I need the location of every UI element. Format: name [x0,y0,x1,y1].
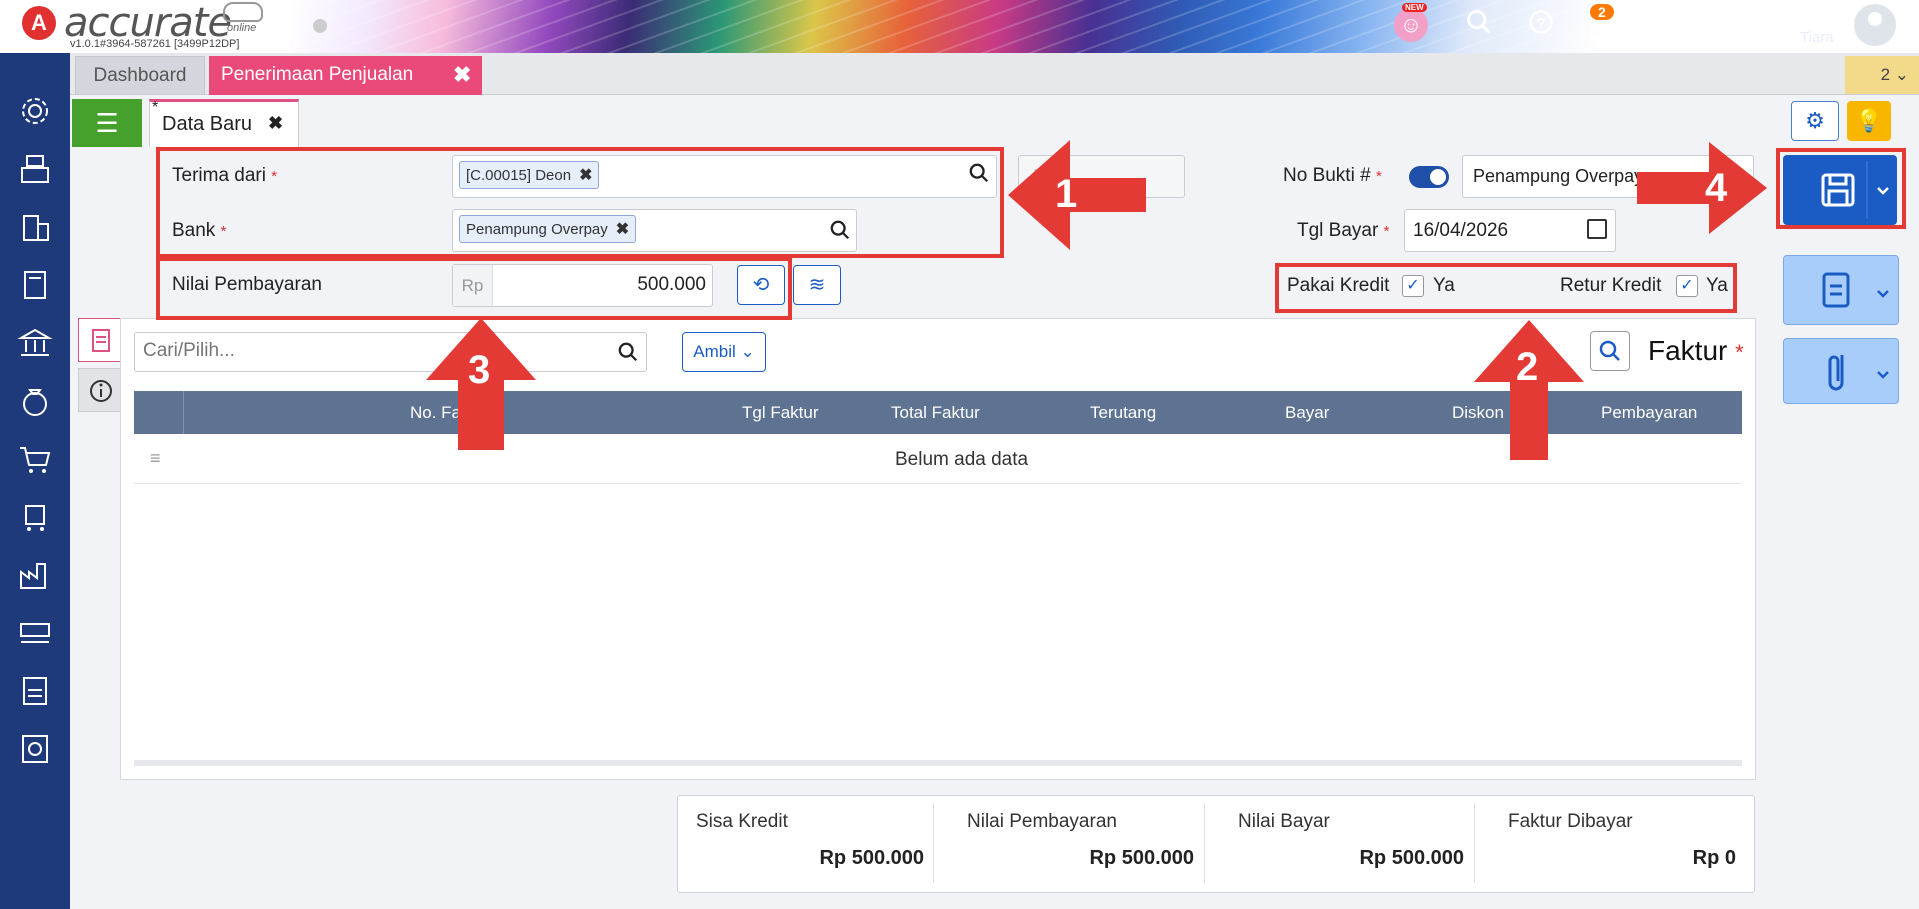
user-subtitle: Tiara [1800,29,1834,46]
annotation-box-1 [156,147,1004,258]
ledger-book-icon[interactable] [16,266,54,304]
mascot-icon[interactable]: ☺ [1394,8,1428,42]
money-bag-icon[interactable] [16,382,54,420]
header-divider [183,391,184,434]
settings-button[interactable]: ⚙ [1791,101,1839,141]
annotation-number: 3 [468,348,491,392]
summary-divider [1204,803,1205,883]
tab-count-dropdown[interactable]: 2 ⌄ [1845,56,1919,94]
annotation-box-2 [1275,263,1737,313]
column-header-pembayaran[interactable]: Pembayaran [1601,403,1697,423]
close-icon[interactable]: ✖ [453,56,471,94]
tab-penerimaan-penjualan[interactable]: Penerimaan Penjualan [209,56,482,95]
required-marker: * [1383,223,1390,240]
search-input[interactable] [134,332,647,372]
required-marker: * [1735,340,1744,365]
no-bukti-label: No Bukti # * [1283,165,1382,187]
cash-register-icon[interactable] [16,150,54,188]
summary-value: Rp 0 [1692,847,1736,869]
tgl-bayar-label: Tgl Bayar * [1297,220,1389,242]
column-header-bayar[interactable]: Bayar [1285,403,1329,423]
factory-icon[interactable] [16,556,54,594]
annotation-number: 2 [1516,345,1539,389]
building-icon[interactable] [16,208,54,246]
accurate-logo-icon[interactable]: A [22,6,56,40]
svg-text:?: ? [1536,15,1545,32]
column-header-terutang[interactable]: Terutang [1090,403,1156,423]
annotation-arrow-2 [1474,320,1584,460]
subtab-label: Data Baru [162,113,253,135]
summary-divider [933,803,934,883]
annotation-arrow-4 [1637,142,1767,234]
ambil-label: Ambil [693,342,736,361]
search-icon[interactable] [617,341,639,368]
inventory-cart-icon[interactable] [16,498,54,536]
summary-divider [1474,803,1475,883]
summary-value: Rp 500.000 [1089,847,1194,869]
status-dot [313,19,327,33]
report-chart-icon[interactable] [16,730,54,768]
tgl-bayar-text: Tgl Bayar [1297,220,1379,241]
summary-label: Faktur Dibayar [1508,811,1633,832]
paperclip-icon[interactable] [1783,338,1899,404]
layers-icon[interactable]: ≋ [793,265,841,305]
faktur-title: Faktur * [1648,335,1744,367]
calendar-icon[interactable] [1587,219,1607,239]
faktur-title-text: Faktur [1648,335,1728,366]
column-header-total-faktur[interactable]: Total Faktur [891,403,980,423]
search-icon[interactable] [1462,8,1496,42]
document-tab-icon[interactable] [78,318,122,362]
column-header-tgl-faktur[interactable]: Tgl Faktur [742,403,819,423]
summary-label: Nilai Bayar [1238,811,1330,832]
lightbulb-icon[interactable]: 💡 [1847,101,1891,141]
annotation-box-4 [1776,148,1906,229]
summary-label: Nilai Pembayaran [967,811,1117,832]
ambil-button[interactable]: Ambil ⌄ [682,332,766,372]
avatar[interactable] [1852,2,1898,48]
empty-table-message: Belum ada data [895,449,1029,470]
notification-badge: 2 [1590,4,1614,20]
list-icon[interactable]: ☰ [72,99,142,147]
document-menu-button[interactable] [1783,255,1899,325]
new-badge: NEW [1402,3,1427,12]
search-icon[interactable] [1590,331,1630,371]
summary-value: Rp 500.000 [1359,847,1464,869]
shopping-cart-icon[interactable] [16,440,54,478]
help-icon[interactable]: ? [1524,8,1558,42]
annotation-arrow-1 [1008,140,1146,250]
row-menu-icon[interactable]: ≡ [150,448,161,469]
version-text: v1.0.1#3964-587261 [3499P12DP] [70,38,240,50]
summary-panel [677,795,1755,893]
unsaved-marker: * [152,99,159,116]
user-name[interactable]: Fifi Fashion [1722,5,1831,29]
close-icon[interactable]: ✖ [268,99,283,147]
info-icon[interactable] [78,368,122,412]
summary-label: Sisa Kredit [696,811,788,832]
annotation-number: 1 [1055,172,1078,216]
app-logo-sub: online [227,22,257,34]
annotation-number: 4 [1705,166,1728,210]
gear-icon[interactable] [16,92,54,130]
top-header [0,0,1919,53]
summary-value: Rp 500.000 [819,847,924,869]
bank-icon[interactable] [16,324,54,362]
tab-dashboard[interactable]: Dashboard [75,56,205,94]
bell-icon[interactable] [1581,18,1615,52]
annotation-box-3 [156,257,792,320]
conveyor-icon[interactable] [16,614,54,652]
auto-number-toggle[interactable] [1409,166,1449,188]
no-bukti-text: No Bukti # [1283,165,1371,186]
tgl-bayar-input[interactable]: 16/04/2026 [1404,209,1616,252]
cloud-icon [223,2,263,22]
horizontal-scrollbar[interactable] [134,760,1742,766]
tax-document-icon[interactable] [16,672,54,710]
required-marker: * [1375,168,1382,185]
